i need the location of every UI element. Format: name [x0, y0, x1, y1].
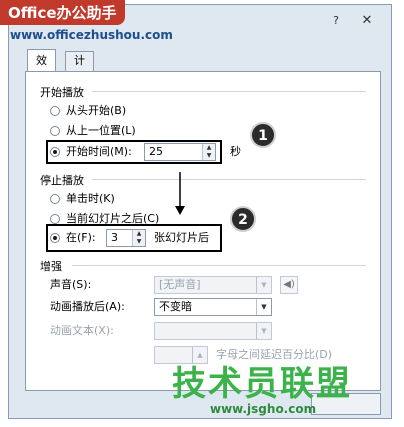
- radio-label: 单击时(K): [66, 192, 115, 205]
- sound-select[interactable]: [无声音] ▼: [154, 276, 272, 294]
- after-slides-unit: 张幻灯片后: [154, 231, 209, 244]
- after-anim-select[interactable]: 不变暗 ▼: [154, 298, 272, 316]
- start-time-spinner[interactable]: ▲ ▼: [202, 144, 215, 160]
- watermark-logo-url: www.jsgho.com: [210, 402, 317, 416]
- dropdown-arrow-icon[interactable]: ▼: [256, 323, 271, 339]
- after-slides-input[interactable]: 3 ▲ ▼: [106, 229, 146, 247]
- watermark-logo: 技术员联盟: [172, 364, 352, 404]
- speaker-icon[interactable]: ◀): [280, 276, 298, 294]
- sound-value: [无声音]: [159, 278, 201, 291]
- effect-panel: 开始播放 从头开始(B) 从上一位置(L) 开始时间(M): 25 ▲ ▼ 秒 …: [25, 71, 381, 391]
- spin-up-icon[interactable]: ▲: [133, 230, 145, 238]
- radio-stop-after[interactable]: 在(F):: [50, 229, 96, 247]
- tab-effect[interactable]: 效果: [27, 49, 56, 89]
- sound-label: 声音(S):: [50, 278, 92, 291]
- stop-group-title: 停止播放: [40, 174, 84, 187]
- radio-label: 开始时间(M):: [66, 145, 132, 158]
- radio-circle[interactable]: [50, 233, 60, 243]
- close-icon[interactable]: ✕: [353, 13, 381, 29]
- enhance-group-divider: [72, 265, 366, 266]
- enhance-group-title: 增强: [40, 260, 62, 273]
- spin-down-icon[interactable]: ▼: [203, 152, 215, 160]
- radio-start-time[interactable]: 开始时间(M):: [50, 143, 132, 161]
- watermark-brand: Office办公助手: [0, 0, 125, 25]
- radio-circle[interactable]: [50, 126, 60, 136]
- dropdown-arrow-icon[interactable]: ▼: [256, 277, 271, 293]
- after-anim-value: 不变暗: [159, 300, 192, 313]
- help-icon[interactable]: ?: [325, 13, 347, 29]
- stop-group-divider: [92, 179, 366, 180]
- radio-circle[interactable]: [50, 194, 60, 204]
- radio-circle[interactable]: [50, 106, 60, 116]
- radio-circle[interactable]: [50, 147, 60, 157]
- start-time-value: 25: [149, 145, 163, 158]
- radio-label: 在(F):: [66, 231, 96, 244]
- start-time-input[interactable]: 25 ▲ ▼: [144, 143, 216, 161]
- step-badge-2: 2: [230, 206, 256, 232]
- tab-timing[interactable]: 计时: [65, 51, 94, 85]
- radio-label: 从头开始(B): [66, 104, 127, 117]
- after-slides-spinner[interactable]: ▲ ▼: [132, 230, 145, 246]
- spin-up-icon[interactable]: ▲: [203, 144, 215, 152]
- start-group-divider: [92, 91, 366, 92]
- after-slides-value: 3: [111, 231, 118, 244]
- step-badge-1: 1: [250, 122, 276, 148]
- start-time-unit: 秒: [230, 145, 241, 158]
- watermark-url: www.officezhushou.com: [10, 28, 173, 42]
- start-group-title: 开始播放: [40, 86, 84, 99]
- arrow-down-icon: [175, 172, 185, 215]
- radio-from-last-position[interactable]: 从上一位置(L): [50, 122, 136, 140]
- radio-from-beginning[interactable]: 从头开始(B): [50, 102, 126, 120]
- dropdown-arrow-icon[interactable]: ▼: [256, 299, 271, 315]
- spin-down-icon[interactable]: ▼: [133, 238, 145, 246]
- radio-circle[interactable]: [50, 214, 60, 224]
- radio-label: 从上一位置(L): [66, 124, 136, 137]
- anim-text-label: 动画文本(X):: [50, 324, 114, 337]
- anim-text-select[interactable]: ▼: [154, 322, 272, 340]
- after-anim-label: 动画播放后(A):: [50, 300, 125, 313]
- radio-on-click[interactable]: 单击时(K): [50, 190, 115, 208]
